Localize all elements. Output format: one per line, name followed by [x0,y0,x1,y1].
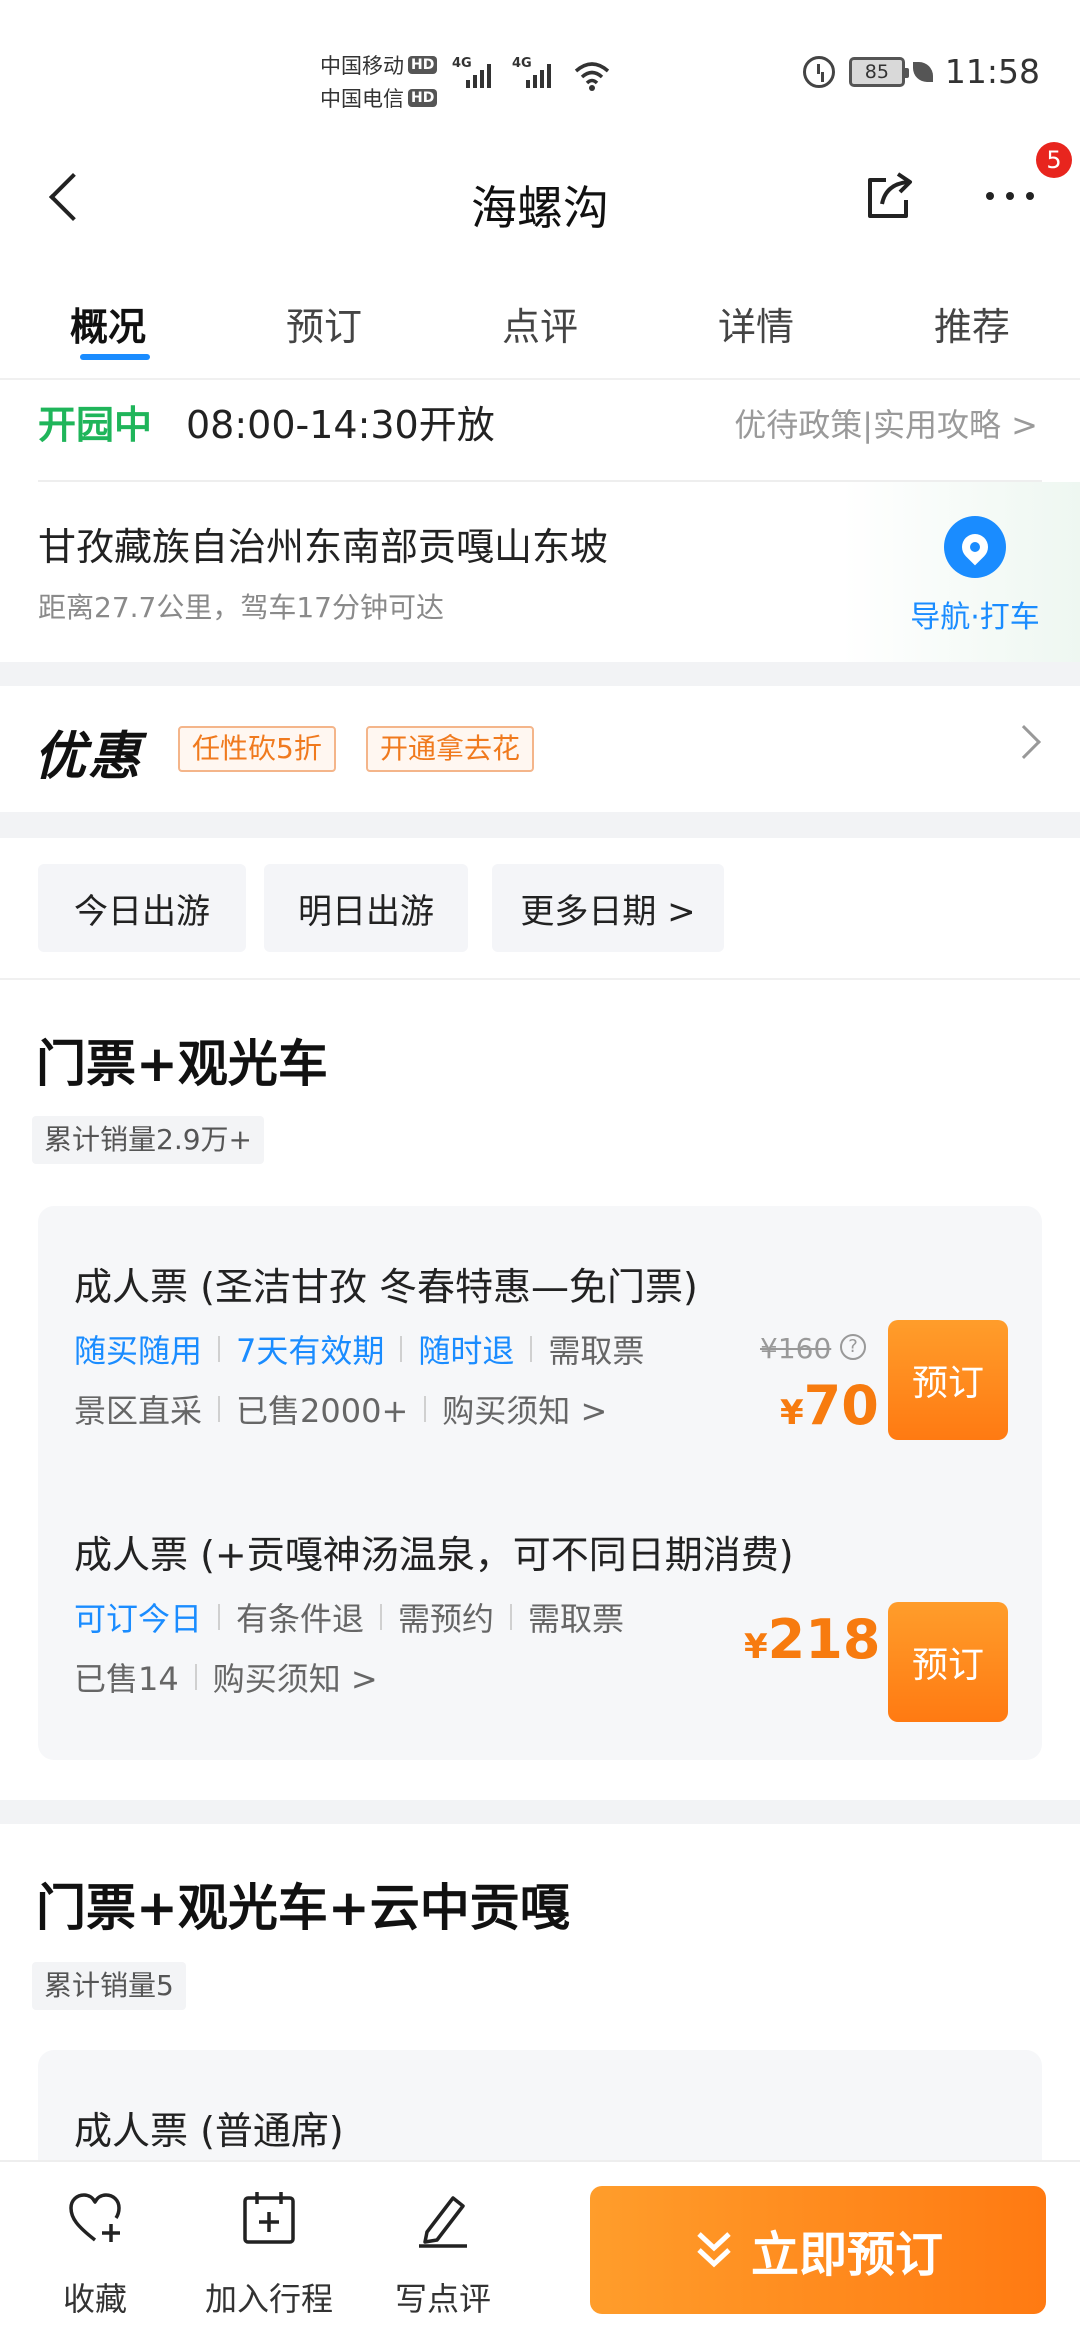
ticket-item[interactable]: 成人票 (普通席) [38,2050,1042,2160]
pencil-icon [419,2196,467,2248]
book-now-button[interactable]: 立即预订 [590,2186,1046,2314]
tab-recommend[interactable]: 推荐 [934,296,1010,351]
chevron-right-icon [1007,725,1041,759]
section-gap [0,812,1080,838]
hd-badge: HD [408,88,438,107]
notification-badge: 5 [1036,142,1072,178]
ticket-name: 成人票 (圣洁甘孜 冬春特惠—免门票) [74,1265,698,1309]
ticket-card: 成人票 (圣洁甘孜 冬春特惠—免门票) 随买随用 7天有效期 随时退 需取票 景… [38,1206,1042,1760]
write-review-button[interactable]: 写点评 [378,2176,508,2326]
book-button[interactable]: 预订 [888,1320,1008,1440]
eco-leaf-icon [912,61,933,82]
address-row: 甘孜藏族自治州东南部贡嘎山东坡 距离27.7公里，驾车17分钟可达 导航·打车 [0,482,1080,662]
opening-hours-row: 开园中 08:00-14:30开放 优待政策|实用攻略 > [0,380,1080,480]
tab-bar: 概况 预订 点评 详情 推荐 [0,288,1080,368]
ticket-name: 成人票 (普通席) [74,2109,344,2153]
ticket-meta: 已售14 购买须知 > [74,1654,378,1700]
write-review-label: 写点评 [394,2280,491,2318]
feature-tag: 需取票 [548,1332,645,1370]
open-hours: 08:00-14:30开放 [186,403,495,447]
ticket-price: ¥70 [780,1374,879,1437]
double-chevron-down-icon [697,2232,731,2268]
ticket-meta: 景区直采 已售2000+ 购买须知 > [74,1386,607,1432]
date-today-chip[interactable]: 今日出游 [38,864,246,952]
ticket-name: 成人票 (+贡嘎神汤温泉，可不同日期消费) [74,1533,794,1577]
book-now-label: 立即预订 [750,2227,943,2283]
feature-tag: 景区直采 [74,1392,203,1430]
calendar-add-icon [243,2192,295,2244]
carrier-2: 中国电信 [320,86,404,111]
open-status: 开园中 [38,403,153,447]
product-section-title: 门票+观光车 [36,1035,328,1093]
navigation-label: 导航·打车 [910,600,1040,635]
discount-row[interactable]: 优惠 任性砍5折 开通拿去花 [0,686,1080,812]
ticket-item[interactable]: 成人票 (圣洁甘孜 冬春特惠—免门票) 随买随用 7天有效期 随时退 需取票 景… [38,1206,1042,1488]
ticket-features: 随买随用 7天有效期 随时退 需取票 [74,1326,644,1372]
share-icon[interactable] [860,166,920,226]
original-price: ¥160 [760,1332,832,1365]
purchase-notice-link[interactable]: 购买须知 > [442,1386,607,1432]
status-bar: 中国移动 HD 中国电信 HD 4G 4G 85 11:58 [0,0,1080,150]
hd-badge: HD [408,55,438,74]
address-text: 甘孜藏族自治州东南部贡嘎山东坡 [38,525,609,569]
heart-plus-icon [69,2193,121,2242]
active-tab-indicator [80,354,150,360]
tab-details[interactable]: 详情 [718,296,794,351]
battery-icon: 85 [848,56,909,87]
more-dates-chip[interactable]: 更多日期 > [492,864,724,952]
carrier-info: 中国移动 HD 中国电信 HD [320,48,438,114]
add-itinerary-label: 加入行程 [204,2280,333,2318]
divider [0,978,1080,980]
navigation-button[interactable]: 导航·打车 [900,508,1050,635]
discount-tag: 开通拿去花 [366,726,535,772]
wifi-icon [574,62,610,91]
ticket-price: ¥218 [744,1608,881,1671]
alarm-icon [802,55,835,88]
more-options-button[interactable] [970,166,1050,226]
carrier-1: 中国移动 [320,53,404,78]
sold-count: 已售2000+ [236,1392,409,1430]
tab-booking[interactable]: 预订 [286,296,362,351]
product-section-title: 门票+观光车+云中贡嘎 [36,1879,570,1937]
date-tomorrow-chip[interactable]: 明日出游 [264,864,468,952]
feature-tag: 随买随用 [74,1332,203,1370]
date-selector: 今日出游 明日出游 更多日期 > [0,838,1080,978]
discount-tag: 任性砍5折 [178,726,336,772]
feature-tag: 随时退 [418,1332,515,1370]
clock: 11:58 [944,52,1040,91]
bottom-action-bar: 收藏 加入行程 写点评 立即预订 [0,2160,1080,2340]
ticket-item[interactable]: 成人票 (+贡嘎神汤温泉，可不同日期消费) 可订今日 有条件退 需预约 需取票 … [38,1488,1042,1760]
discount-title: 优惠 [34,727,143,787]
book-button[interactable]: 预订 [888,1602,1008,1722]
section-gap [0,1800,1080,1824]
sales-count-tag: 累计销量5 [32,1962,186,2010]
feature-tag: 可订今日 [74,1600,203,1638]
nav-header: 海螺沟 [0,150,1080,260]
purchase-notice-link[interactable]: 购买须知 > [213,1654,378,1700]
location-pin-icon [944,516,1006,578]
tab-reviews[interactable]: 点评 [502,296,578,351]
distance-text: 距离27.7公里，驾车17分钟可达 [38,591,444,624]
feature-tag: 7天有效期 [236,1332,385,1370]
tab-overview[interactable]: 概况 [70,296,146,351]
favorite-label: 收藏 [62,2280,127,2318]
favorite-button[interactable]: 收藏 [30,2176,160,2326]
feature-tag: 需预约 [398,1600,495,1638]
policy-guide-link[interactable]: 优待政策|实用攻略 > [734,400,1038,446]
feature-tag: 需取票 [528,1600,625,1638]
section-gap [0,662,1080,686]
sales-count-tag: 累计销量2.9万+ [32,1116,264,1164]
help-icon[interactable]: ? [840,1334,866,1360]
sold-count: 已售14 [74,1660,179,1698]
ticket-features: 可订今日 有条件退 需预约 需取票 [74,1594,624,1640]
add-itinerary-button[interactable]: 加入行程 [204,2176,334,2326]
feature-tag: 有条件退 [236,1600,365,1638]
